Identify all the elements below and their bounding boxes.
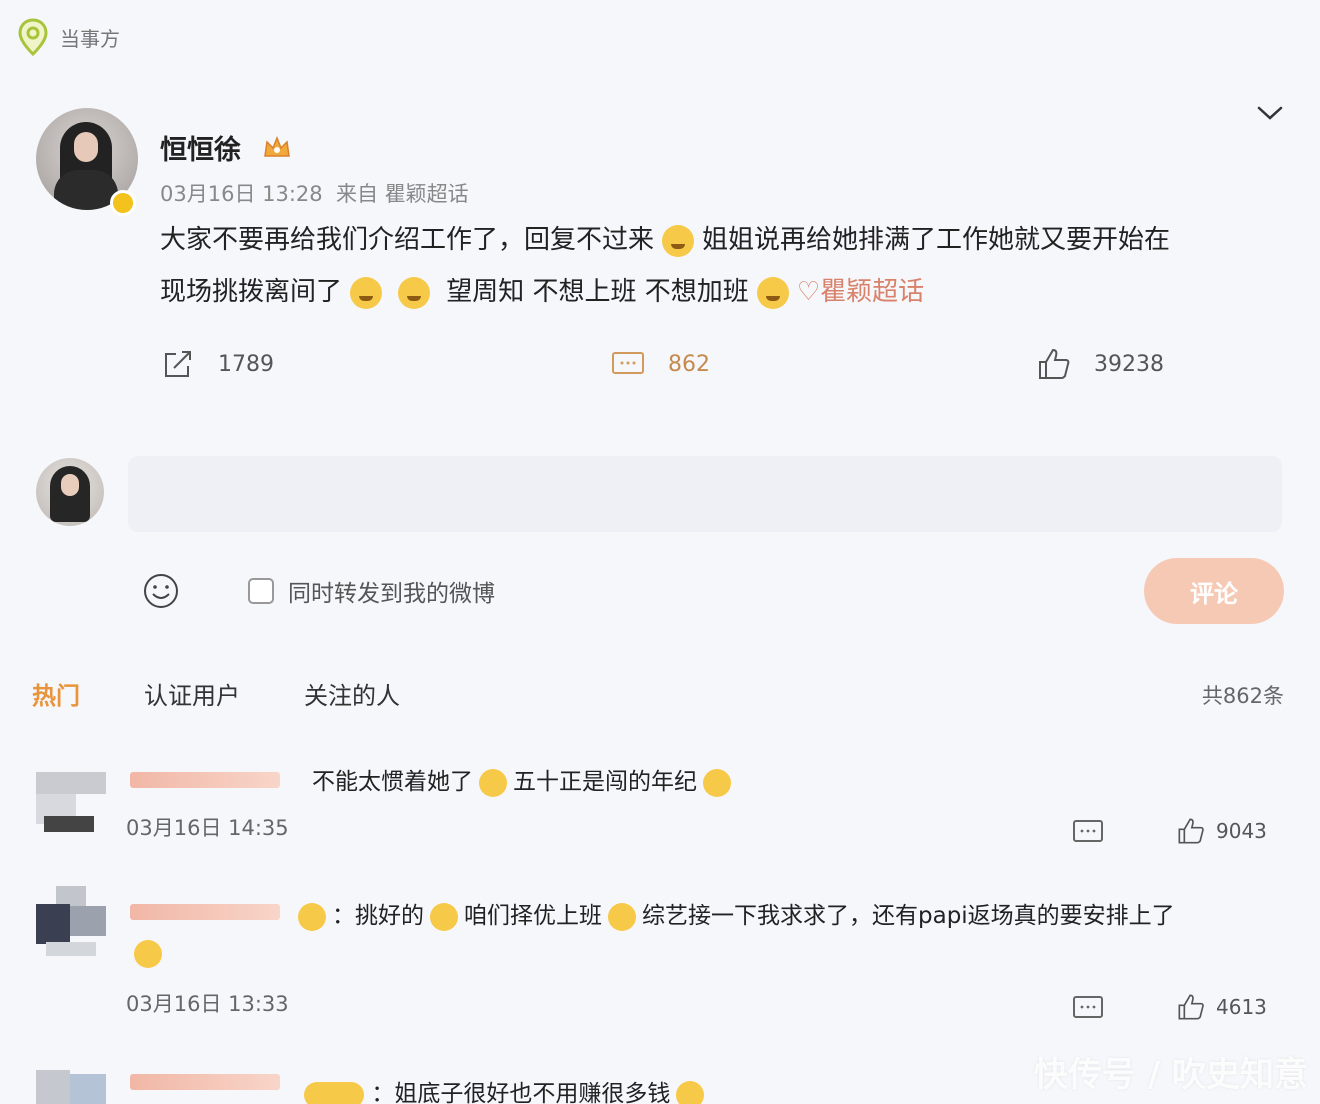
comment-date: 03月16日 14:35: [126, 816, 289, 840]
crown-badge-icon: [264, 135, 290, 157]
emoji-icon: [298, 902, 326, 931]
topic-label: 瞿颖超话: [820, 277, 925, 307]
comment-like-count: 4613: [1216, 995, 1267, 1019]
emoji-icon: [134, 940, 162, 968]
topbar: 当事方: [18, 18, 120, 56]
post-meta: 03月16日 13:28 来自 瞿颖超话: [160, 178, 469, 208]
emoji-icon: [479, 768, 507, 797]
emoji-icon: [430, 902, 458, 931]
post-body: 大家不要再给我们介绍工作了，回复不过来 姐姐说再给她排满了工作她就又要开始在 现场…: [160, 214, 1290, 318]
forward-count: 1789: [218, 351, 274, 377]
commenter-name[interactable]: [130, 904, 280, 920]
thumbs-up-icon: [1039, 348, 1070, 379]
comment-tabs: 热门 认证用户 关注的人: [32, 676, 400, 711]
commenter-avatar[interactable]: [36, 1070, 106, 1104]
comment-like-count: 9043: [1216, 819, 1267, 843]
commenter-avatar[interactable]: [36, 772, 106, 842]
commenter-avatar[interactable]: [36, 886, 106, 956]
checkbox[interactable]: [248, 578, 274, 604]
post-text-2: 姐姐说再给她排满了工作她就又要开始在: [702, 225, 1171, 255]
tab-following[interactable]: 关注的人: [304, 676, 400, 711]
tab-verified[interactable]: 认证用户: [144, 676, 240, 711]
source-label: 当事方: [60, 26, 120, 51]
forward-checkbox[interactable]: 同时转发到我的微博: [248, 574, 495, 608]
emoji-icon: [608, 902, 636, 931]
forward-button[interactable]: 1789: [160, 346, 274, 382]
emoji-icon: [703, 768, 731, 797]
forward-icon: [165, 351, 191, 377]
comment-text-part: 综艺接一下我求求了，还有papi返场真的要安排上了: [642, 903, 1175, 929]
reply-icon[interactable]: [1072, 994, 1104, 1022]
emoji-picker-icon[interactable]: [142, 572, 180, 610]
chevron-down-icon[interactable]: [1256, 102, 1284, 124]
comment-like-button[interactable]: 4613: [1176, 992, 1267, 1022]
comment-icon: [612, 352, 644, 374]
post-time: 03月16日 13:28: [160, 182, 323, 206]
topic-link[interactable]: ♡瞿颖超话: [797, 277, 924, 307]
comment-like-button[interactable]: 9043: [1176, 816, 1267, 846]
comment-text-part: 不能太惯着她了: [312, 769, 473, 795]
crown-badge-icon: [304, 1081, 364, 1104]
emoji-icon: [662, 224, 695, 257]
thumbs-up-icon: [1178, 818, 1204, 844]
author-name[interactable]: 恒恒徐: [160, 128, 241, 167]
diamond-icon: ♡: [796, 277, 821, 307]
commenter-name[interactable]: [130, 1074, 280, 1090]
post-text-3: 现场挑拨离间了: [160, 277, 343, 307]
comment-text-part: ：姐底子很好也不用赚很多钱: [371, 1081, 671, 1104]
comment-text-wrap: [128, 940, 168, 968]
emoji-icon: [350, 276, 383, 309]
like-button[interactable]: 39238: [1036, 346, 1164, 382]
comment-text-part: 咱们择优上班: [464, 903, 602, 929]
tab-hot[interactable]: 热门: [32, 676, 80, 711]
location-pin-icon: [18, 18, 48, 56]
emoji-icon: [756, 276, 789, 309]
forward-checkbox-label: 同时转发到我的微博: [288, 581, 495, 607]
comment-text: 不能太惯着她了 五十正是闯的年纪: [312, 762, 737, 797]
comment-input[interactable]: [128, 456, 1282, 532]
post-text-1: 大家不要再给我们介绍工作了，回复不过来: [160, 225, 655, 255]
comment-text: ：姐底子很好也不用赚很多钱: [304, 1074, 710, 1104]
comment-text-part: 五十正是闯的年纪: [513, 769, 697, 795]
watermark: 快传号 / 吹史知意: [1033, 1055, 1308, 1095]
comment-date: 03月16日 13:33: [126, 992, 289, 1016]
emoji-icon: [676, 1080, 705, 1104]
comment-text: ：挑好的 咱们择优上班 综艺接一下我求求了，还有papi返场真的要安排上了: [292, 896, 1175, 931]
like-count: 39238: [1094, 351, 1164, 377]
reply-icon[interactable]: [1072, 818, 1104, 846]
thumbs-up-icon: [1178, 994, 1204, 1020]
comment-button[interactable]: 862: [610, 346, 710, 382]
comment-count: 862: [668, 351, 710, 377]
comment-total: 共862条: [1201, 684, 1284, 708]
verified-badge-icon: [110, 190, 136, 216]
comment-text-part: ：挑好的: [332, 903, 424, 929]
commenter-name[interactable]: [130, 772, 280, 788]
emoji-icon: [398, 276, 431, 309]
current-user-avatar: [36, 458, 104, 526]
submit-comment-button[interactable]: 评论: [1144, 558, 1284, 624]
post-source[interactable]: 来自 瞿颖超话: [336, 182, 469, 206]
post-text-4: 望周知 不想上班 不想加班: [446, 277, 749, 307]
